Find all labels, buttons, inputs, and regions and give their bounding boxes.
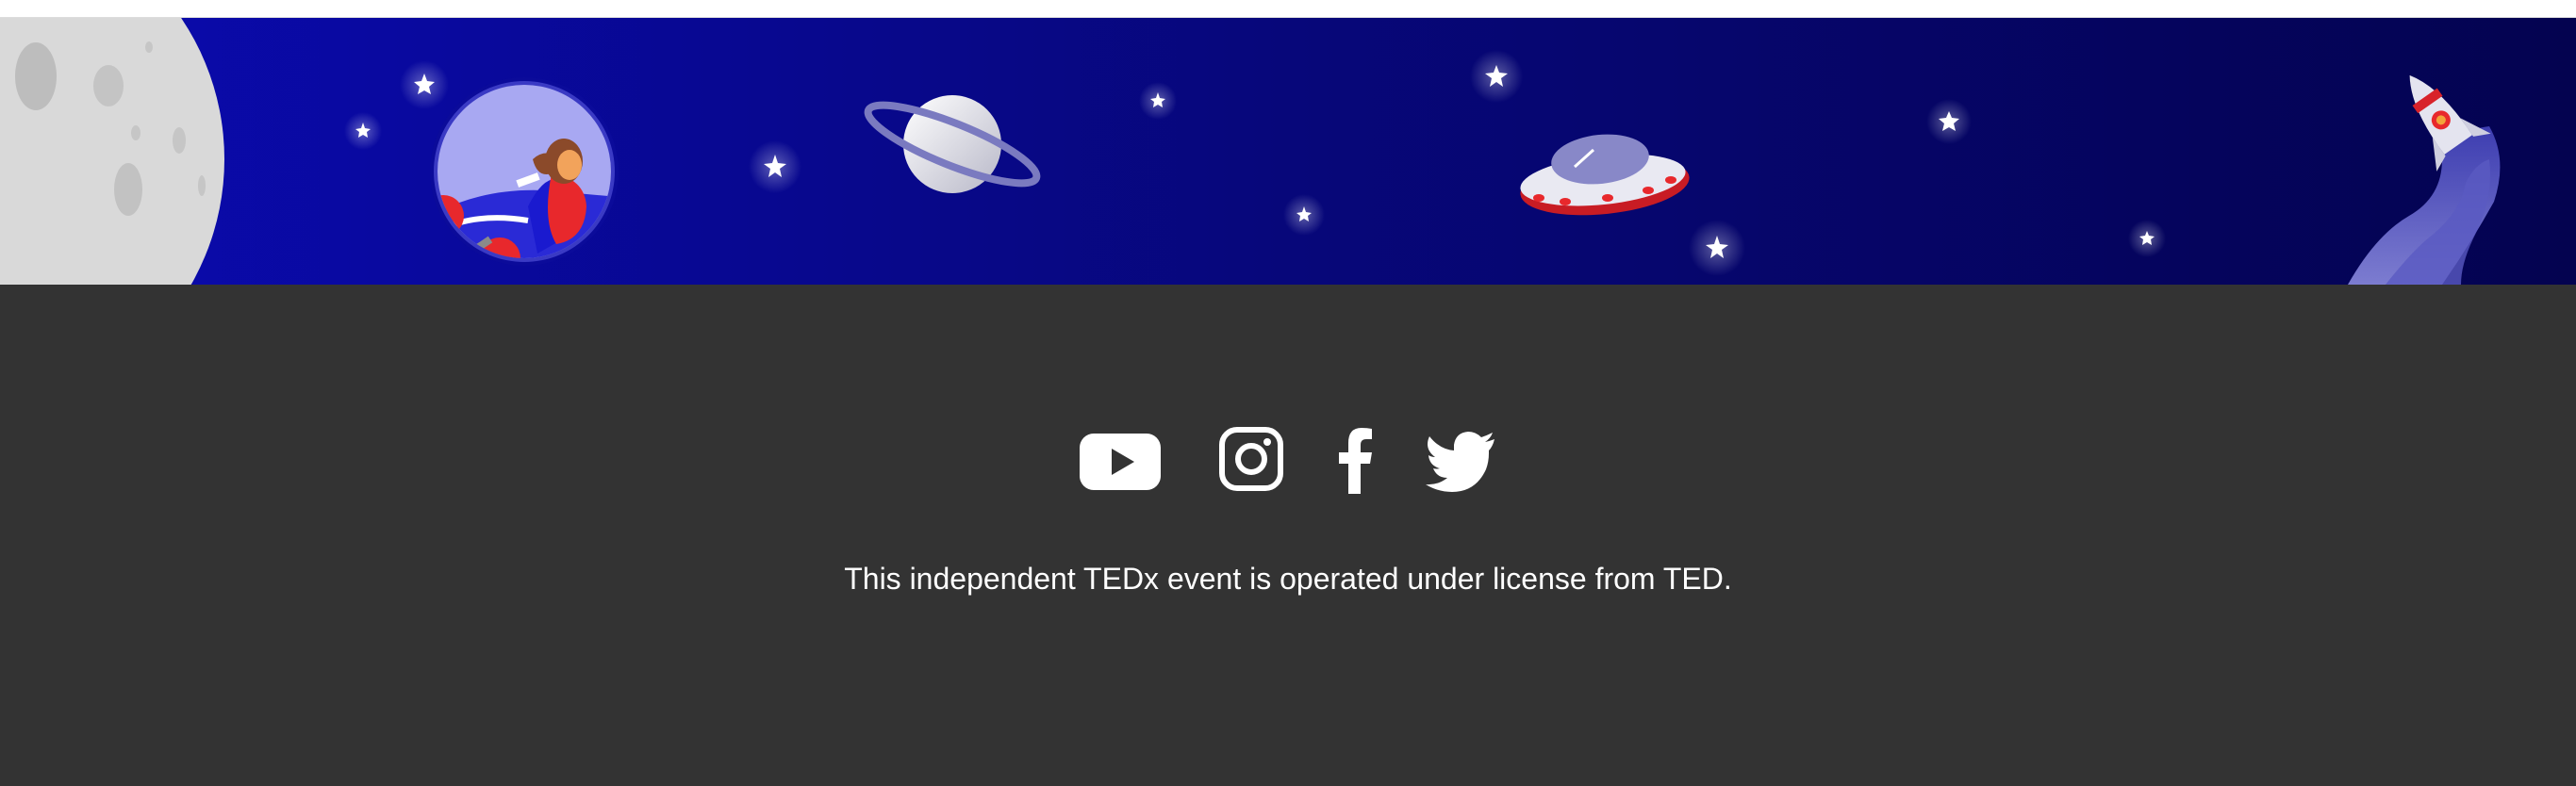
youtube-icon	[1080, 434, 1161, 490]
top-strip	[0, 0, 2576, 18]
space-banner	[0, 18, 2576, 285]
twitter-link[interactable]	[1425, 426, 1496, 494]
instagram-icon	[1219, 427, 1283, 491]
social-links	[0, 426, 2576, 494]
moon-icon	[0, 18, 224, 285]
instagram-link[interactable]	[1217, 426, 1285, 494]
youtube-link[interactable]	[1080, 426, 1161, 494]
license-text: This independent TEDx event is operated …	[844, 562, 1732, 596]
facebook-icon	[1339, 428, 1372, 494]
space-illustration	[0, 18, 2576, 285]
twitter-icon	[1426, 432, 1494, 492]
footer: This independent TEDx event is operated …	[0, 285, 2576, 786]
facebook-link[interactable]	[1336, 426, 1374, 494]
